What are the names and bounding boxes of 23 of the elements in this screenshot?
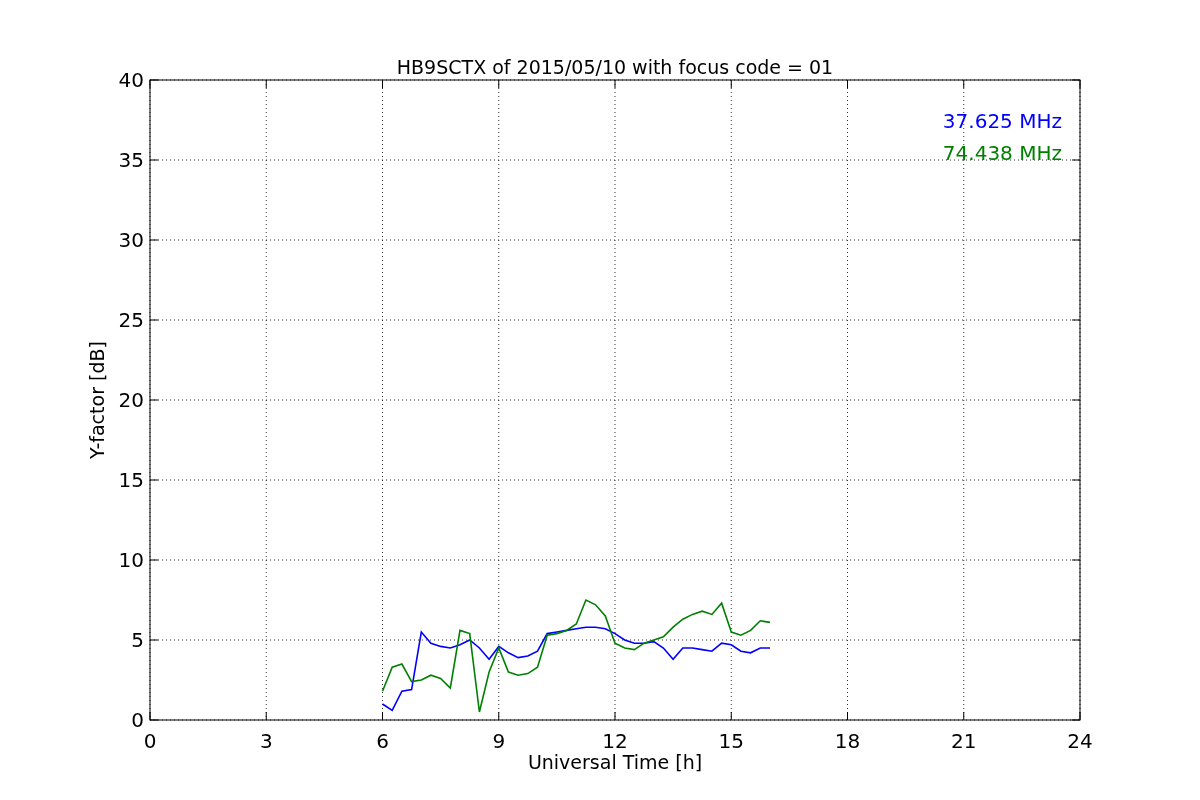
tick-label: 9 [492,729,506,753]
legend-label: 74.438 MHz [942,141,1062,165]
tick-label: 12 [602,729,628,753]
tick-label: 0 [143,729,157,753]
tick-label: 15 [118,468,144,492]
axis-title: Universal Time [h] [527,751,703,773]
tick-label: 3 [259,729,273,753]
tick-label: 6 [376,729,389,753]
tick-label: 35 [118,148,144,172]
chart-title: HB9SCTX of 2015/05/10 with focus code = 01 [396,56,834,78]
tick-label: 24 [1067,729,1093,753]
tick-label: 0 [131,708,144,732]
tick-label: 21 [951,729,977,753]
legend-label: 37.625 MHz [942,109,1062,133]
tick-label: 25 [118,308,144,332]
axis-title: Y-factor [dB] [86,341,108,459]
tick-label: 30 [118,228,144,252]
tick-label: 18 [834,729,861,753]
tick-label: 20 [118,388,144,412]
tick-label: 40 [118,68,144,92]
tick-label: 15 [718,729,744,753]
tick-label: 5 [131,628,144,652]
tick-label: 10 [118,548,144,572]
